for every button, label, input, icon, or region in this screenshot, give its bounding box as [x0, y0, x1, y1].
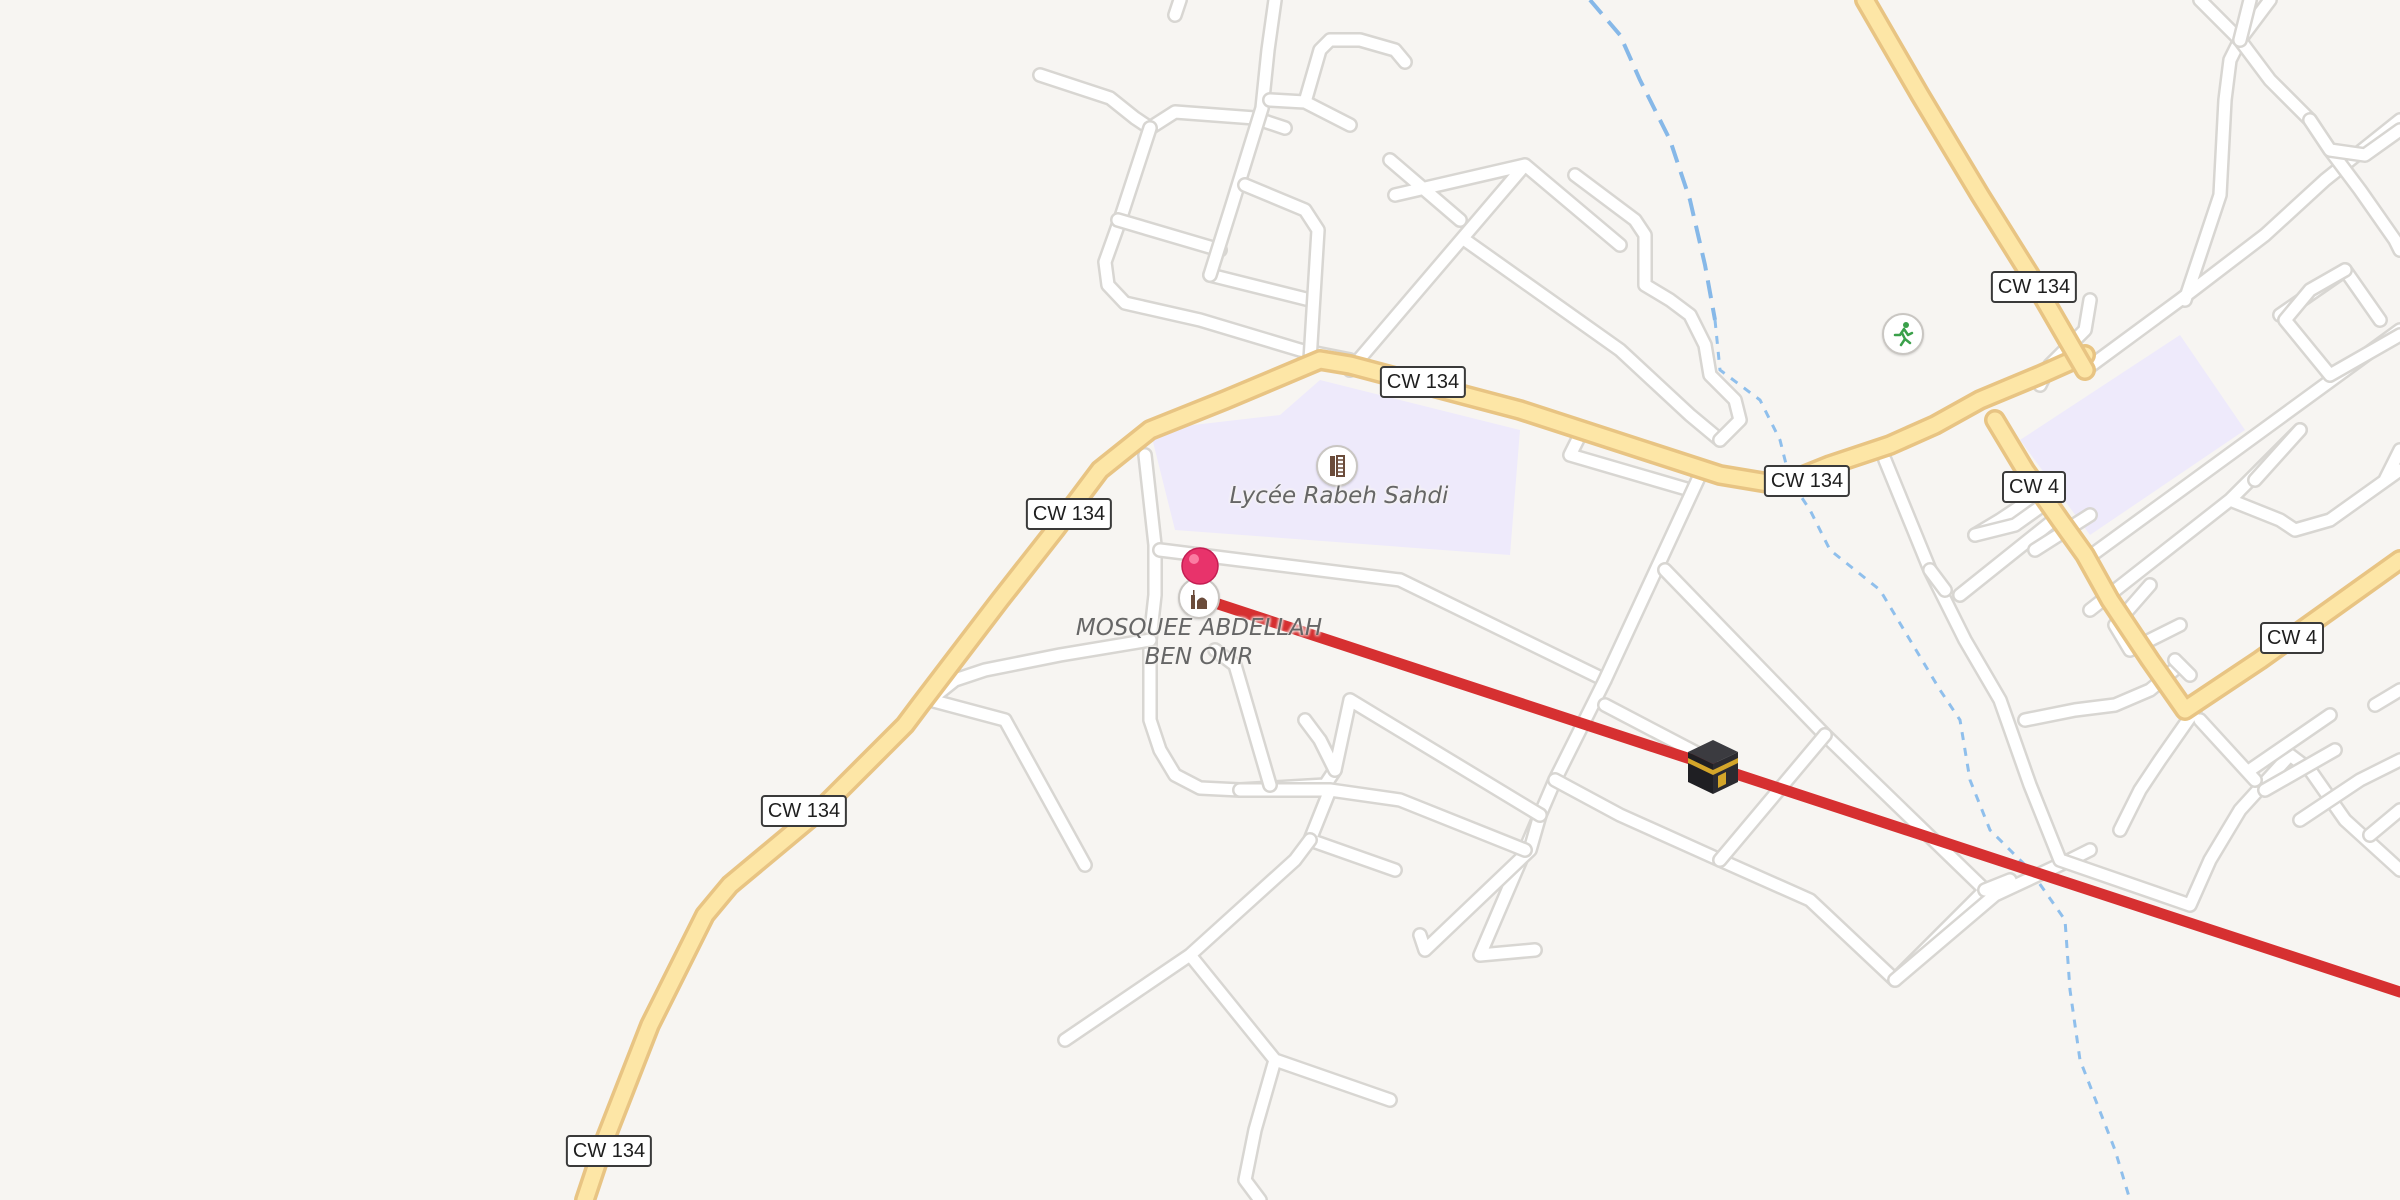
road-shield-cw4: CW 4 — [2260, 622, 2324, 654]
school-name: Lycée Rabeh Sahdi — [1229, 483, 1449, 509]
kaaba-icon[interactable] — [1682, 736, 1744, 798]
map-pin-icon[interactable] — [1180, 546, 1220, 586]
road-shield-cw134: CW 134 — [1025, 498, 1113, 530]
running-person-icon[interactable] — [1882, 313, 1924, 355]
mosque-name-line2: BEN OMR — [1144, 644, 1254, 670]
mosque-label[interactable]: MOSQUEE ABDELLAH BEN OMR — [1076, 614, 1322, 672]
map-view[interactable]: CW 134 CW 134 CW 134 CW 134 CW 134 CW 13… — [0, 0, 2400, 1200]
road-shield-cw4: CW 4 — [2002, 471, 2066, 503]
school-icon[interactable] — [1316, 445, 1358, 487]
school-label[interactable]: Lycée Rabeh Sahdi — [1230, 482, 1449, 511]
road-shield-cw134: CW 134 — [1763, 465, 1851, 497]
road-shield-cw134: CW 134 — [565, 1135, 653, 1167]
minor-roads — [922, 0, 2400, 1200]
mosque-name-line1: MOSQUEE ABDELLAH — [1075, 615, 1323, 641]
road-shield-cw134: CW 134 — [760, 795, 848, 827]
road-shield-cw134: CW 134 — [1379, 366, 1467, 398]
road-shield-cw134: CW 134 — [1990, 271, 2078, 303]
